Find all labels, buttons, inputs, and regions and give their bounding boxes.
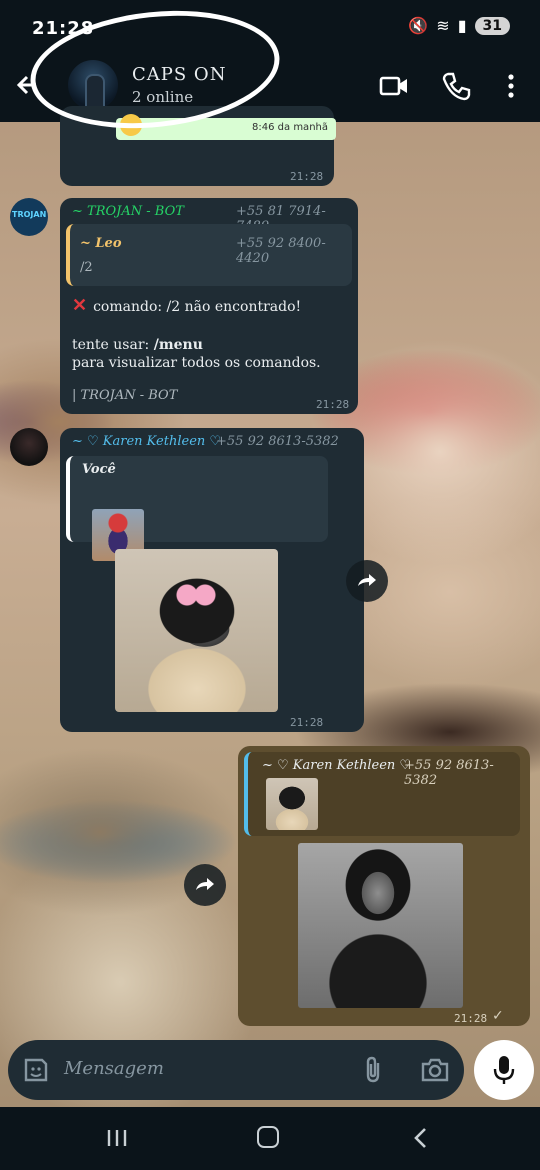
message-input[interactable]: Mensagem xyxy=(64,1058,164,1079)
quoted-message[interactable]: ~ ♡ Karen Kethleen ♡ +55 92 8613-5382 xyxy=(244,752,520,836)
message-time: 21:28 xyxy=(290,170,324,183)
chat-subtitle[interactable]: 2 online xyxy=(132,88,193,106)
forward-icon[interactable] xyxy=(184,864,226,906)
status-icons: 🔇 ≋ ▮ 31 xyxy=(408,16,510,35)
video-call-icon[interactable] xyxy=(378,70,410,102)
attach-icon[interactable] xyxy=(360,1055,388,1085)
quote-sender: ~ ♡ Karen Kethleen ♡ xyxy=(262,758,412,773)
back-arrow-icon[interactable] xyxy=(14,68,44,102)
message-composer[interactable]: Mensagem xyxy=(8,1040,464,1100)
nav-home-icon[interactable] xyxy=(257,1126,279,1148)
bot-avatar[interactable] xyxy=(10,198,48,236)
status-bar: 21:28 🔇 ≋ ▮ 31 xyxy=(0,0,540,50)
group-avatar[interactable] xyxy=(68,60,118,110)
quoted-message[interactable]: ~ Leo +55 92 8400-4420 /2 xyxy=(66,224,352,286)
message-bubble-outgoing[interactable]: ~ ♡ Karen Kethleen ♡ +55 92 8613-5382 21… xyxy=(238,746,530,1026)
battery-indicator: 31 xyxy=(474,16,510,35)
signal-icon: ▮ xyxy=(457,16,467,35)
message-bubble-previous[interactable]: 8:46 da manhã 21:28 xyxy=(60,106,336,186)
sticker-icon[interactable] xyxy=(22,1056,50,1084)
more-vert-icon[interactable] xyxy=(496,70,526,102)
sender-phone: +55 92 8613-5382 xyxy=(216,434,339,449)
quote-phone: +55 92 8400-4420 xyxy=(236,236,326,266)
message-bubble-bot[interactable]: ~ TROJAN - BOT +55 81 7914-7489 ~ Leo +5… xyxy=(60,198,358,414)
karen-avatar[interactable] xyxy=(10,428,48,466)
emoji-icon xyxy=(120,114,142,136)
quote-text: /2 xyxy=(80,260,93,275)
sender-name[interactable]: ~ ♡ Karen Kethleen ♡ xyxy=(72,434,221,449)
message-time: 21:28 xyxy=(454,1012,488,1025)
mute-icon: 🔇 xyxy=(408,16,429,35)
chat-title[interactable]: CAPS ON xyxy=(132,64,226,85)
sent-check-icon: ✓ xyxy=(492,1008,504,1024)
quoted-image-thumbnail xyxy=(266,778,318,830)
status-time: 21:28 xyxy=(32,18,95,39)
phone-icon[interactable] xyxy=(440,70,472,102)
quoted-preview: 8:46 da manhã xyxy=(116,118,336,140)
mic-icon xyxy=(490,1054,518,1086)
man-photo[interactable] xyxy=(298,843,463,1008)
cross-mark-icon: ✕ xyxy=(72,295,88,316)
nav-recent-icon[interactable] xyxy=(106,1128,128,1148)
mic-button[interactable] xyxy=(474,1040,534,1100)
camera-icon[interactable] xyxy=(420,1056,450,1084)
quote-sender: Você xyxy=(82,462,116,477)
command-text: /menu xyxy=(153,337,203,353)
wifi-icon: ≋ xyxy=(436,16,450,35)
quote-sender: ~ Leo xyxy=(80,236,122,251)
message-time: 21:28 xyxy=(316,398,350,411)
message-footer: | TROJAN - BOT xyxy=(72,388,178,403)
system-nav-bar xyxy=(0,1108,540,1170)
quoted-message[interactable]: Você xyxy=(66,456,328,561)
message-line-3: para visualizar todos os comandos. xyxy=(72,355,321,371)
message-bubble-karen[interactable]: ~ ♡ Karen Kethleen ♡ +55 92 8613-5382 Vo… xyxy=(60,428,364,732)
forward-icon[interactable] xyxy=(346,560,388,602)
quote-phone: +55 92 8613-5382 xyxy=(404,758,494,788)
message-time: 21:28 xyxy=(290,716,324,729)
sender-name[interactable]: ~ TROJAN - BOT xyxy=(72,204,184,219)
message-line-1: ✕ comando: /2 não encontrado! xyxy=(72,295,302,316)
message-line-2: tente usar: /menu xyxy=(72,337,203,353)
quoted-preview-time: 8:46 da manhã xyxy=(252,122,328,133)
dog-photo[interactable] xyxy=(115,549,278,712)
nav-back-icon[interactable] xyxy=(410,1126,432,1150)
